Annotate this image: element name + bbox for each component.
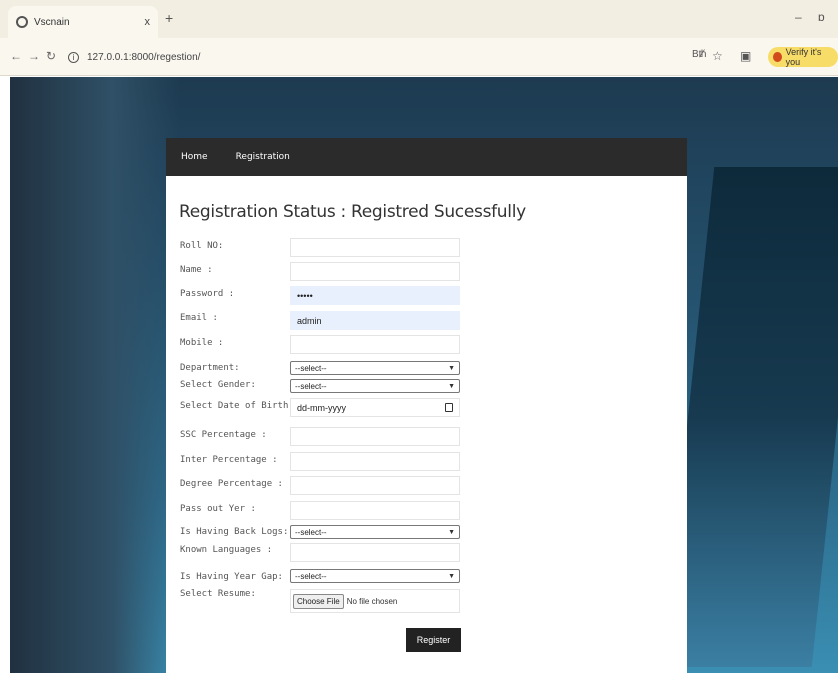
close-tab-icon[interactable]: x <box>145 16 151 28</box>
bookmark-star-icon[interactable]: ☆ <box>712 49 723 63</box>
translate-icon[interactable]: Bᵺ <box>692 49 707 60</box>
side-panel-icon[interactable]: ▣ <box>740 49 751 63</box>
roll-no-label: Roll NO: <box>180 241 224 251</box>
department-select[interactable]: --select-- ▼ <box>290 361 460 375</box>
gender-label: Select Gender: <box>180 380 256 390</box>
register-button[interactable]: Register <box>406 628 461 652</box>
degree-percentage-input[interactable] <box>290 476 460 495</box>
back-logs-selected-value: --select-- <box>295 527 327 537</box>
year-gap-selected-value: --select-- <box>295 571 327 581</box>
name-label: Name : <box>180 265 213 275</box>
email-input[interactable]: admin <box>290 311 460 330</box>
chevron-down-icon: ▼ <box>448 572 455 580</box>
no-file-text: No file chosen <box>346 596 398 606</box>
known-languages-label: Known Languages : <box>180 545 273 555</box>
ssc-percentage-input[interactable] <box>290 427 460 446</box>
ssc-percentage-label: SSC Percentage : <box>180 430 267 440</box>
profile-avatar-icon <box>773 52 782 62</box>
browser-tab-bar: Vscnain x + – ɒ <box>0 0 838 38</box>
dob-placeholder: dd-mm-yyyy <box>297 402 346 413</box>
browser-toolbar: ← → ↻ i 127.0.0.1:8000/regestion/ Bᵺ ☆ ▣… <box>0 38 838 76</box>
chevron-down-icon: ▼ <box>448 528 455 536</box>
registration-card: Registration Status : Registred Sucessfu… <box>166 176 687 673</box>
globe-icon <box>16 16 28 28</box>
inter-percentage-label: Inter Percentage : <box>180 455 278 465</box>
calendar-icon[interactable] <box>445 403 453 412</box>
minimize-button[interactable]: – <box>795 10 802 24</box>
reload-icon[interactable]: ↻ <box>46 49 56 63</box>
year-gap-select[interactable]: --select-- ▼ <box>290 569 460 583</box>
background-photo-laptop <box>661 167 838 667</box>
chevron-down-icon: ▼ <box>448 364 455 372</box>
dob-input[interactable]: dd-mm-yyyy <box>290 398 460 417</box>
dob-label: Select Date of Birth : <box>180 401 300 411</box>
password-label: Password : <box>180 289 235 299</box>
name-input[interactable] <box>290 262 460 281</box>
site-navbar: Home Registration <box>166 138 687 176</box>
inter-percentage-input[interactable] <box>290 452 460 471</box>
department-label: Department: <box>180 363 240 373</box>
forward-arrow-icon[interactable]: → <box>28 49 40 63</box>
choose-file-button[interactable]: Choose File <box>293 593 344 609</box>
registration-status-heading: Registration Status : Registred Sucessfu… <box>179 202 526 222</box>
background-photo-person <box>10 77 180 673</box>
verify-label: Verify it's you <box>785 47 822 67</box>
resume-label: Select Resume: <box>180 589 256 599</box>
resume-file-input: Choose File No file chosen <box>290 589 460 613</box>
email-label: Email : <box>180 313 218 323</box>
url-text: 127.0.0.1:8000/regestion/ <box>87 51 201 63</box>
known-languages-input[interactable] <box>290 543 460 562</box>
new-tab-button[interactable]: + <box>165 10 173 26</box>
mobile-label: Mobile : <box>180 338 224 348</box>
nav-home-link[interactable]: Home <box>181 152 208 162</box>
roll-no-input[interactable] <box>290 238 460 257</box>
tab-title: Vscnain <box>34 16 70 28</box>
nav-registration-link[interactable]: Registration <box>236 152 290 162</box>
back-arrow-icon[interactable]: ← <box>10 49 22 63</box>
pass-out-year-input[interactable] <box>290 501 460 520</box>
profile-verify-button[interactable]: Verify it's you <box>768 47 838 67</box>
password-input[interactable]: ••••• <box>290 286 460 305</box>
back-logs-select[interactable]: --select-- ▼ <box>290 525 460 539</box>
restore-button[interactable]: ɒ <box>818 10 825 24</box>
chevron-down-icon: ▼ <box>448 382 455 390</box>
pass-out-year-label: Pass out Yer : <box>180 504 256 514</box>
degree-percentage-label: Degree Percentage : <box>180 479 283 489</box>
gender-selected-value: --select-- <box>295 381 327 391</box>
browser-tab[interactable]: Vscnain x <box>8 6 158 38</box>
address-bar[interactable]: i 127.0.0.1:8000/regestion/ <box>68 47 658 67</box>
site-info-icon[interactable]: i <box>68 51 79 63</box>
year-gap-label: Is Having Year Gap: <box>180 572 283 582</box>
mobile-input[interactable] <box>290 335 460 354</box>
gender-select[interactable]: --select-- ▼ <box>290 379 460 393</box>
department-selected-value: --select-- <box>295 363 327 373</box>
back-logs-label: Is Having Back Logs: <box>180 527 289 537</box>
